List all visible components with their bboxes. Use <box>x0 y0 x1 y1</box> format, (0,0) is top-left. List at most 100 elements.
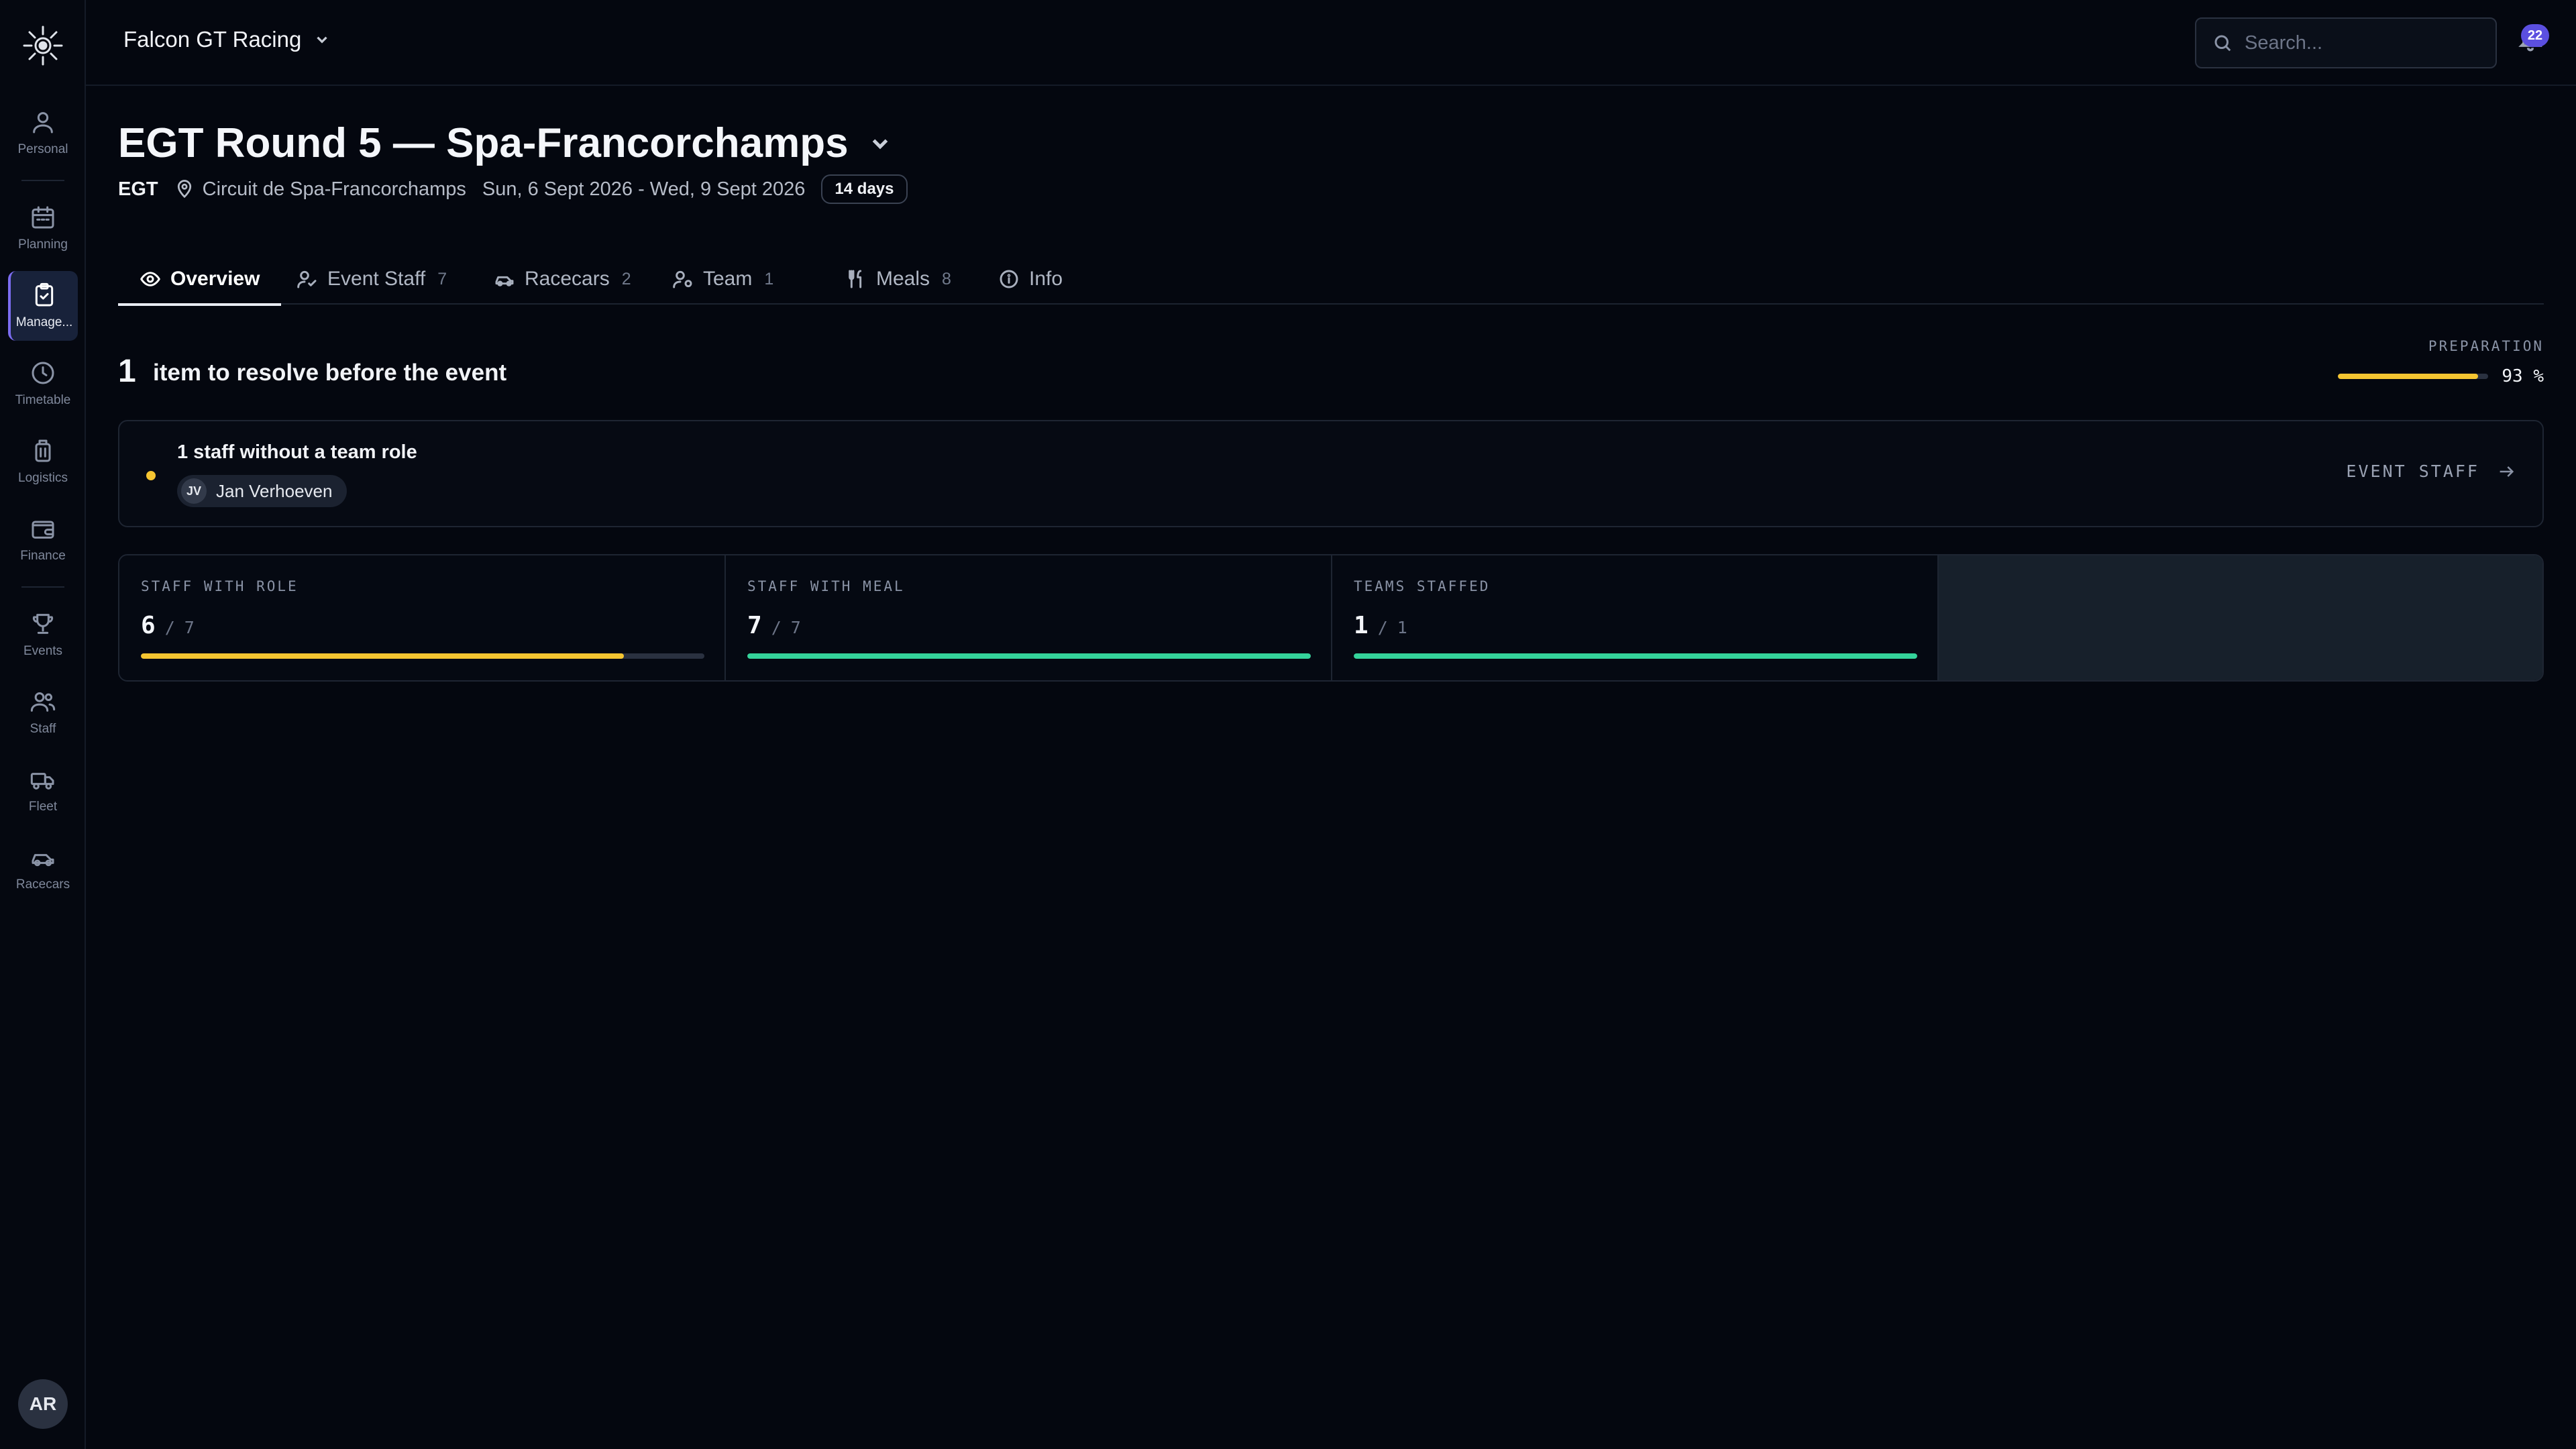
sidebar-item-label: Racecars <box>15 877 70 892</box>
sidebar-item-label: Finance <box>20 549 66 563</box>
chevron-down-icon <box>317 36 327 44</box>
issue-card: 1 staff without a team role JV Jan Verho… <box>118 420 2544 527</box>
event-location: Circuit de Spa-Francorchamps <box>174 178 466 201</box>
sidebar-item-label: Planning <box>18 237 68 252</box>
preparation-progress: 93 % <box>2338 366 2544 386</box>
person-avatar: JV <box>181 478 207 504</box>
user-check-icon <box>297 270 317 288</box>
sidebar-item-label: Fleet <box>28 800 58 814</box>
tab-overview[interactable]: Overview <box>118 254 282 306</box>
stat-value: 6 / 7 <box>141 612 195 639</box>
tab-racecars[interactable]: Racecars 2 <box>472 254 653 305</box>
countdown-badge: 14 days <box>821 174 908 204</box>
stat-count: 6 <box>141 612 156 639</box>
tab-meals[interactable]: Meals 8 <box>824 254 973 305</box>
stat-bar-fill <box>1354 653 1917 659</box>
tab-team[interactable]: Team 1 <box>651 254 795 305</box>
resolve-count: 1 <box>118 354 136 389</box>
sidebar-item-events[interactable]: Events <box>8 600 78 669</box>
stat-count: 7 <box>747 612 762 639</box>
tab-label: Racecars <box>525 268 610 290</box>
warning-dot <box>146 471 156 480</box>
sidebar-divider <box>21 180 64 181</box>
stat-total: 1 <box>1397 618 1407 637</box>
stat-bar-fill <box>747 653 1311 659</box>
preparation-value: 93 % <box>2502 366 2544 386</box>
sidebar-item-logistics[interactable]: Logistics <box>8 427 78 496</box>
car-icon <box>495 276 514 286</box>
person-chip[interactable]: JV Jan Verhoeven <box>177 475 347 507</box>
tab-count: 8 <box>942 269 951 288</box>
sidebar-item-racecars[interactable]: Racecars <box>8 833 78 903</box>
search-box[interactable] <box>2195 17 2497 68</box>
tab-count: 2 <box>621 269 631 288</box>
tab-info[interactable]: Info <box>977 254 1084 305</box>
notification-count-badge: 22 <box>2521 24 2549 47</box>
trophy-icon <box>32 614 54 634</box>
arrow-right-icon <box>2500 466 2514 477</box>
stat-bar <box>1354 653 1917 659</box>
tab-label: Event Staff <box>327 268 426 290</box>
sidebar-item-personal[interactable]: Personal <box>8 98 78 168</box>
sidebar-item-staff[interactable]: Staff <box>8 678 78 747</box>
stat-total: 7 <box>184 618 195 637</box>
tab-count: 7 <box>437 269 447 288</box>
sidebar-item-label: Logistics <box>18 471 68 485</box>
luggage-icon <box>35 439 51 462</box>
sidebar-item-fleet[interactable]: Fleet <box>8 755 78 825</box>
sidebar-item-finance[interactable]: Finance <box>8 504 78 574</box>
stat-separator: / <box>771 618 782 637</box>
sidebar: Personal Planning Manage... Timetable Lo… <box>0 0 86 1449</box>
user-icon <box>33 112 53 133</box>
stat-empty-slot <box>1939 555 2542 680</box>
chevron-down-icon <box>872 138 888 149</box>
event-tabs: Overview Event Staff 7 Racecars 2 Team 1… <box>118 254 2544 306</box>
stat-bar <box>747 653 1311 659</box>
person-name: Jan Verhoeven <box>216 480 333 501</box>
resolve-heading: item to resolve before the event <box>153 360 507 386</box>
stat-bar <box>141 653 704 659</box>
stat-bar-fill <box>141 653 624 659</box>
preparation-label: PREPARATION <box>2428 338 2544 354</box>
sidebar-item-label: Manage... <box>15 315 73 329</box>
info-icon <box>1000 270 1018 288</box>
tab-label: Info <box>1029 268 1063 290</box>
event-selector[interactable]: EGT Round 5 — Spa-Francorchamps <box>118 119 893 167</box>
sidebar-divider <box>21 586 64 588</box>
stat-count: 1 <box>1354 612 1368 639</box>
preparation-bar-fill <box>2338 374 2478 379</box>
tab-event-staff[interactable]: Event Staff 7 <box>275 254 468 305</box>
car-icon <box>32 854 54 867</box>
sidebar-item-label: Personal <box>17 142 68 156</box>
map-pin-icon <box>177 180 191 199</box>
sidebar-item-planning[interactable]: Planning <box>8 193 78 263</box>
stat-label: TEAMS STAFFED <box>1354 578 1491 594</box>
sidebar-item-timetable[interactable]: Timetable <box>8 349 78 419</box>
org-switcher[interactable]: Falcon GT Racing <box>123 27 331 52</box>
tab-label: Meals <box>876 268 930 290</box>
sidebar-item-label: Events <box>23 644 63 658</box>
users-icon <box>30 692 56 712</box>
search-input[interactable] <box>2245 32 2466 54</box>
tab-label: Team <box>703 268 753 290</box>
wallet-icon <box>32 521 54 539</box>
user-cog-icon <box>673 270 692 288</box>
event-dates: Sun, 6 Sept 2026 - Wed, 9 Sept 2026 <box>482 178 806 200</box>
stat-value: 7 / 7 <box>747 612 801 639</box>
sidebar-item-label: Staff <box>30 722 56 736</box>
event-staff-link[interactable]: EVENT STAFF <box>2346 462 2516 481</box>
tab-count: 1 <box>764 269 774 288</box>
sidebar-item-management[interactable]: Manage... <box>8 271 78 341</box>
stat-label: STAFF WITH MEAL <box>747 578 905 594</box>
stat-separator: / <box>164 618 175 637</box>
stats-panel: STAFF WITH ROLE 6 / 7 STAFF WITH MEAL 7 … <box>118 554 2544 682</box>
logo-icon[interactable] <box>21 24 64 67</box>
preparation-bar <box>2338 374 2489 379</box>
stat-separator: / <box>1377 618 1388 637</box>
user-avatar[interactable]: AR <box>18 1379 68 1429</box>
location-text: Circuit de Spa-Francorchamps <box>202 178 466 200</box>
clock-icon <box>32 362 54 384</box>
stat-teams-staffed: TEAMS STAFFED 1 / 1 <box>1332 555 1939 680</box>
event-series: EGT <box>118 178 158 200</box>
stat-staff-with-role: STAFF WITH ROLE 6 / 7 <box>119 555 726 680</box>
